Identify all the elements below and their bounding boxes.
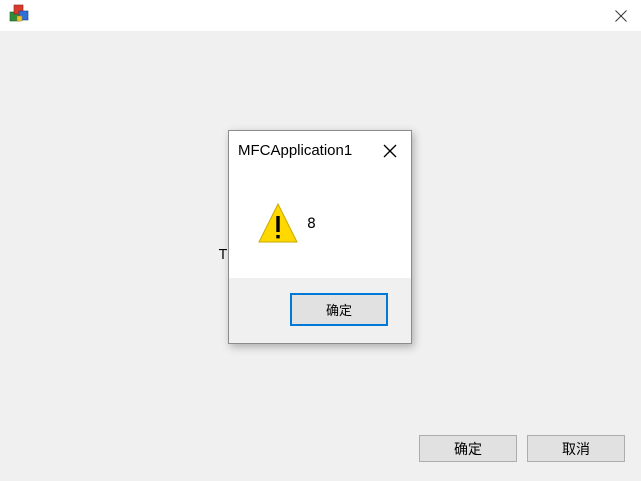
close-icon xyxy=(383,144,397,158)
message-box-footer: 确定 xyxy=(229,278,411,343)
message-box: MFCApplication1 8 确定 xyxy=(228,130,412,344)
message-box-ok-button[interactable]: 确定 xyxy=(290,293,388,326)
warning-icon xyxy=(257,202,299,244)
close-icon xyxy=(614,9,627,22)
message-box-title: MFCApplication1 xyxy=(238,142,353,159)
message-text: 8 xyxy=(307,216,316,232)
main-cancel-button[interactable]: 取消 xyxy=(527,435,625,462)
main-ok-button[interactable]: 确定 xyxy=(419,435,517,462)
app-icon xyxy=(8,2,30,24)
static-text-start: T xyxy=(219,248,227,263)
main-titlebar xyxy=(0,0,641,31)
window-close-button[interactable] xyxy=(600,0,641,31)
message-box-close-button[interactable] xyxy=(379,140,401,162)
